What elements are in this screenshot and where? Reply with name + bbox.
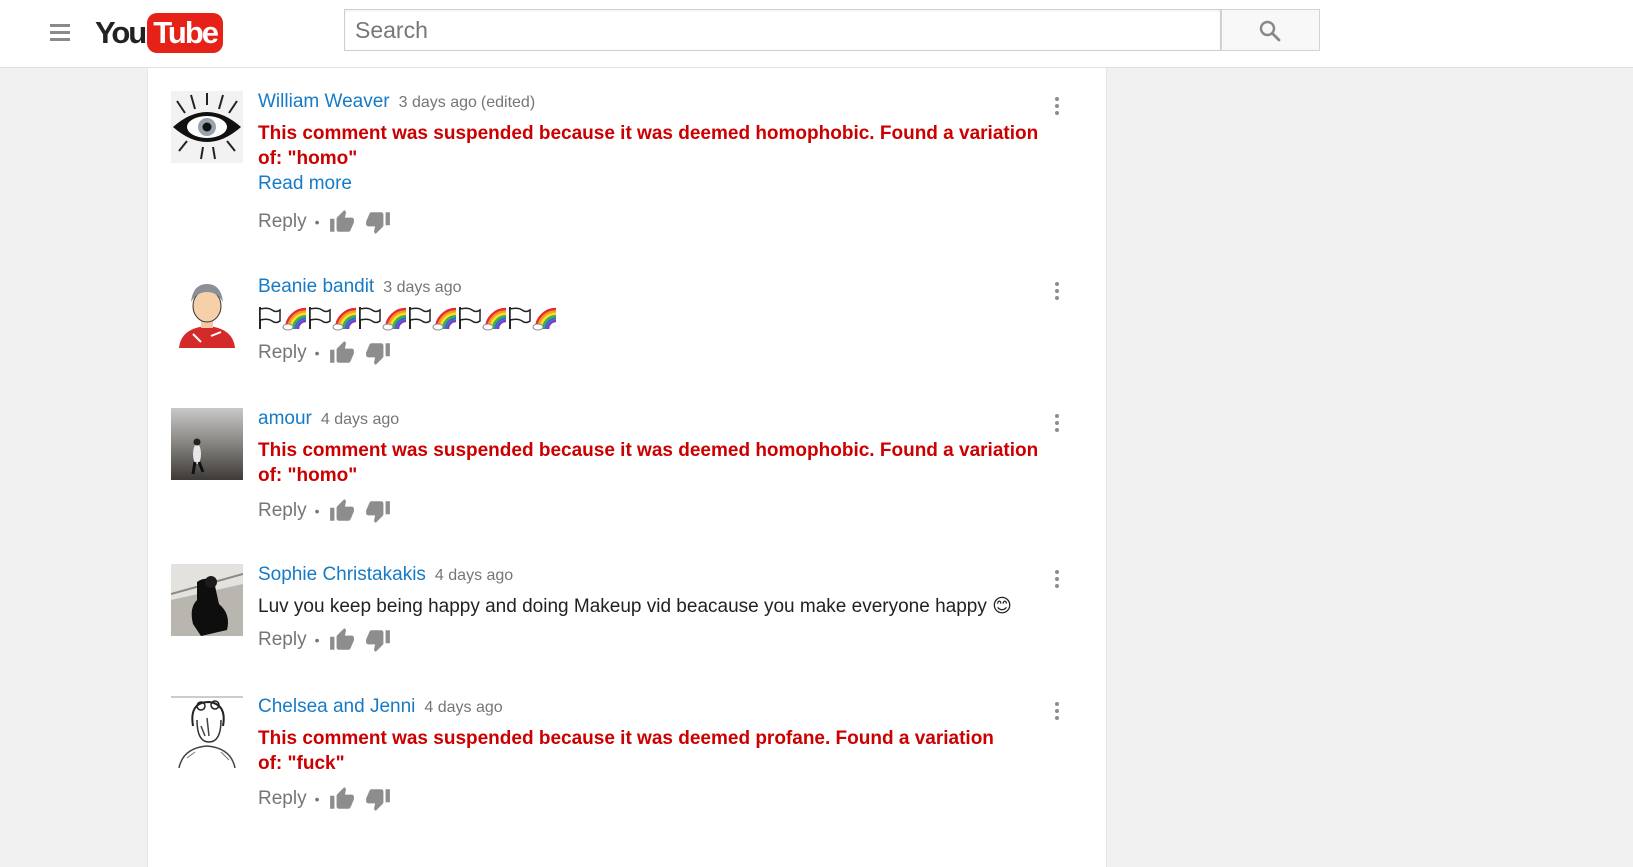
reply-button[interactable]: Reply <box>258 500 307 522</box>
separator-dot: • <box>314 791 320 807</box>
thumbs-down-icon[interactable] <box>365 627 391 653</box>
comment-time[interactable]: 4 days ago <box>424 699 502 717</box>
comment-time[interactable]: 4 days ago <box>435 567 513 585</box>
comment-author[interactable]: Sophie Christakakis <box>258 564 426 586</box>
thumbs-up-icon[interactable] <box>329 209 355 235</box>
emoji-flags-row <box>259 307 557 331</box>
rainbow-emoji-icon <box>332 307 357 331</box>
white-flag-emoji-icon <box>509 307 531 329</box>
comment-author[interactable]: amour <box>258 408 312 430</box>
white-flag-emoji-icon <box>259 307 281 329</box>
rainbow-emoji-icon <box>282 307 307 331</box>
comments-panel: William Weaver 3 days ago (edited) This … <box>147 68 1107 867</box>
white-flag-emoji-icon <box>309 307 331 329</box>
comment-author[interactable]: Chelsea and Jenni <box>258 696 415 718</box>
comment-text: Luv you keep being happy and doing Makeu… <box>258 596 987 617</box>
thumbs-down-icon[interactable] <box>365 209 391 235</box>
search-button[interactable] <box>1221 9 1320 51</box>
comment-text: This comment was suspended because it wa… <box>258 123 1039 169</box>
thumbs-up-icon[interactable] <box>329 786 355 812</box>
youtube-logo[interactable]: You Tube <box>95 12 223 54</box>
separator-dot: • <box>314 345 320 361</box>
emoji-sequence <box>258 304 1048 332</box>
separator-dot: • <box>314 632 320 648</box>
magnifier-icon <box>1259 20 1281 42</box>
logo-you-text: You <box>95 15 147 50</box>
rainbow-emoji-icon <box>432 307 457 331</box>
comment-time[interactable]: 4 days ago <box>321 411 399 429</box>
avatar[interactable] <box>171 276 243 348</box>
thumbs-down-icon[interactable] <box>365 786 391 812</box>
avatar[interactable] <box>171 696 243 768</box>
rainbow-emoji-icon <box>532 307 557 331</box>
comment-text: This comment was suspended because it wa… <box>258 728 994 774</box>
comment-edited-label: (edited) <box>480 94 536 111</box>
comment-author[interactable]: Beanie bandit <box>258 276 374 298</box>
reply-button[interactable]: Reply <box>258 342 307 364</box>
masthead: You Tube <box>0 0 1633 68</box>
reply-button[interactable]: Reply <box>258 629 307 651</box>
hamburger-menu-icon[interactable] <box>50 24 72 44</box>
separator-dot: • <box>314 503 320 519</box>
avatar[interactable] <box>171 564 243 636</box>
comment-author[interactable]: William Weaver <box>258 91 390 113</box>
search-box <box>344 9 1221 51</box>
rainbow-emoji-icon <box>482 307 507 331</box>
thumbs-down-icon[interactable] <box>365 498 391 524</box>
comment-text: This comment was suspended because it wa… <box>258 440 1039 486</box>
reply-button[interactable]: Reply <box>258 211 307 233</box>
thumbs-up-icon[interactable] <box>329 498 355 524</box>
avatar[interactable] <box>171 91 243 163</box>
smiling-face-emoji-icon: 😊 <box>992 595 1012 617</box>
comment-text-row: Luv you keep being happy and doing Makeu… <box>258 594 1048 619</box>
thumbs-up-icon[interactable] <box>329 627 355 653</box>
thumbs-up-icon[interactable] <box>329 340 355 366</box>
search-input[interactable] <box>345 10 1220 50</box>
separator-dot: • <box>314 214 320 230</box>
reply-button[interactable]: Reply <box>258 788 307 810</box>
rainbow-emoji-icon <box>382 307 407 331</box>
white-flag-emoji-icon <box>359 307 381 329</box>
comment-time[interactable]: 3 days ago <box>399 94 477 112</box>
comment-menu-icon[interactable] <box>1053 570 1061 594</box>
thumbs-down-icon[interactable] <box>365 340 391 366</box>
comment-menu-icon[interactable] <box>1053 97 1061 121</box>
comment-menu-icon[interactable] <box>1053 414 1061 438</box>
white-flag-emoji-icon <box>409 307 431 329</box>
logo-tube-text: Tube <box>147 13 223 53</box>
comment-time[interactable]: 3 days ago <box>383 279 461 297</box>
read-more-link[interactable]: Read more <box>258 171 1048 197</box>
comment-menu-icon[interactable] <box>1053 702 1061 726</box>
avatar[interactable] <box>171 408 243 480</box>
comment-menu-icon[interactable] <box>1053 282 1061 306</box>
white-flag-emoji-icon <box>459 307 481 329</box>
